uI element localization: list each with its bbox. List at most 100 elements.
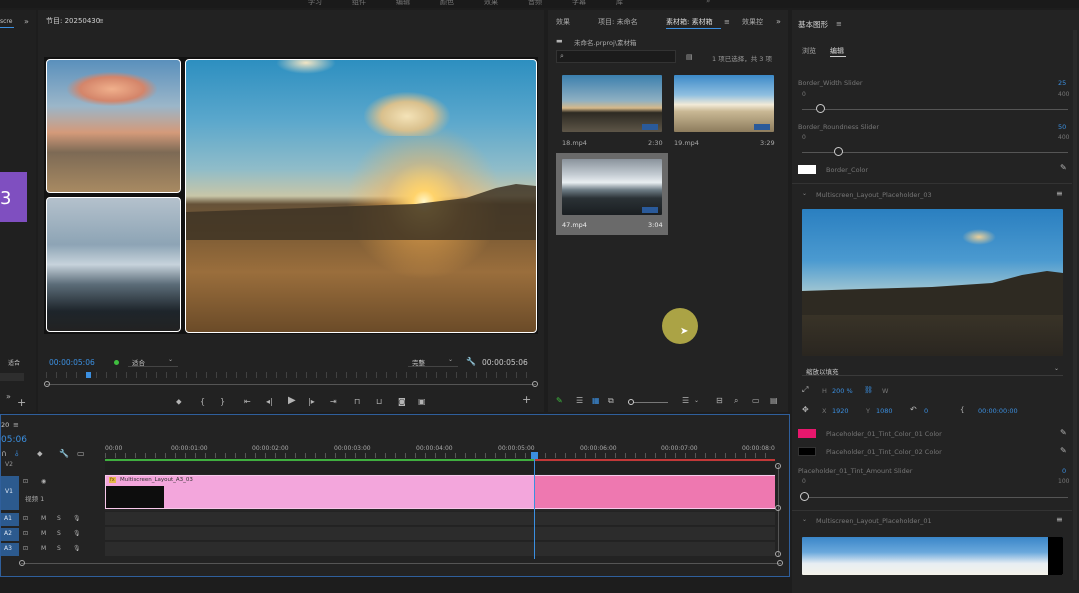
automate-icon[interactable]: ⊟ (716, 396, 723, 406)
solo-button[interactable]: S (57, 530, 61, 537)
timeline-hscroll[interactable] (19, 560, 783, 566)
timeline-clip[interactable]: fx Multiscreen_Layout_A3_03 (105, 475, 775, 509)
add-button-icon[interactable]: + (522, 394, 531, 405)
sync-lock-icon[interactable]: ⊡ (23, 478, 28, 485)
clip-tile[interactable]: 19.mp4 3:29 (668, 70, 778, 152)
fill-mode-select[interactable]: 缩放以填充 ⌄ (802, 364, 1063, 376)
menu-item-edit[interactable]: 编辑 (396, 0, 410, 7)
sequence-tab[interactable]: 20 (1, 421, 9, 429)
thumbnail-size-slider[interactable] (628, 399, 668, 405)
left-overflow-icon[interactable]: » (6, 392, 11, 402)
border-roundness-value[interactable]: 50 (1058, 123, 1066, 131)
step-forward-icon[interactable]: |▸ (308, 397, 315, 407)
border-width-value[interactable]: 25 (1058, 79, 1066, 87)
fit-select[interactable]: 适合 ⌄ (128, 356, 178, 367)
tab-bin[interactable]: 素材箱: 素材箱 (666, 17, 713, 27)
tint-color-01-swatch[interactable] (798, 429, 816, 438)
tint-amount-value[interactable]: 0 (1062, 467, 1066, 475)
x-value[interactable]: 1920 (832, 407, 849, 415)
placeholder-03-preview[interactable] (802, 209, 1063, 356)
track-target-a1[interactable]: A1 (1, 513, 19, 526)
new-search-bin-icon[interactable]: ▤ (686, 52, 693, 62)
menu-item-audio[interactable]: 音频 (528, 0, 542, 7)
chevron-down-icon[interactable]: ⌄ (802, 516, 807, 523)
menu-item-libraries[interactable]: 库 (616, 0, 623, 7)
height-value[interactable]: 200 % (832, 387, 853, 395)
captions-icon[interactable]: ▭ (77, 449, 85, 459)
mute-button[interactable]: M (41, 545, 46, 552)
wrench-icon[interactable]: 🔧 (59, 449, 69, 459)
chevron-down-icon[interactable]: ⌄ (694, 396, 699, 406)
eyedropper-icon[interactable]: ✎ (1060, 428, 1067, 438)
icon-view-icon[interactable]: ▦ (592, 396, 600, 406)
sync-lock-icon[interactable]: ⊡ (23, 530, 28, 537)
microphone-icon[interactable]: 🎙 (73, 515, 81, 522)
panel-menu-icon[interactable]: ≡ (98, 16, 104, 26)
tint-color-02-swatch[interactable] (798, 447, 816, 456)
panel-menu-icon[interactable]: ≡ (13, 420, 19, 430)
playhead-head[interactable] (531, 452, 538, 459)
new-item-icon[interactable]: ▤ (770, 396, 778, 406)
panel-menu-icon[interactable]: ≡ (1056, 189, 1063, 199)
program-monitor-title[interactable]: 节目: 20250430 (46, 16, 100, 26)
eye-icon[interactable]: ◉ (41, 478, 46, 485)
menu-item-assembly[interactable]: 组件 (352, 0, 366, 7)
menu-item-color[interactable]: 颜色 (440, 0, 454, 7)
track-target-a3[interactable]: A3 (1, 543, 19, 556)
panel-menu-icon[interactable]: ≡ (724, 17, 730, 27)
lift-icon[interactable]: ⊓ (354, 397, 360, 407)
hscroll-handle-left[interactable] (19, 560, 25, 566)
placeholder-01-preview[interactable] (802, 537, 1063, 575)
quality-select[interactable]: 完整 ⌄ (408, 356, 458, 367)
menu-item-captions[interactable]: 字幕 (572, 0, 586, 7)
linked-selection-icon[interactable]: ⫰ (15, 449, 18, 459)
timeline-timecode[interactable]: 05:06 (1, 435, 27, 445)
new-bin-icon[interactable]: ▭ (752, 396, 760, 406)
tab-effects[interactable]: 效果 (556, 17, 570, 27)
border-width-knob[interactable] (816, 104, 825, 113)
eyedropper-icon[interactable]: ✎ (1060, 163, 1067, 173)
left-panel-tab[interactable]: scre (0, 18, 12, 25)
go-to-out-icon[interactable]: ⇥ (330, 397, 337, 407)
panel-overflow-icon[interactable]: » (776, 17, 781, 27)
mark-in-icon[interactable]: { (200, 397, 205, 407)
sync-lock-icon[interactable]: ⊡ (23, 515, 28, 522)
mute-button[interactable]: M (41, 530, 46, 537)
step-back-icon[interactable]: ◂| (266, 397, 273, 407)
border-width-slider[interactable] (802, 109, 1068, 110)
mark-out-icon[interactable]: } (220, 397, 225, 407)
panel-menu-icon[interactable]: ≡ (1056, 515, 1063, 525)
panel-overflow-icon[interactable]: » (24, 17, 29, 27)
rotation-value[interactable]: 0 (924, 407, 928, 415)
solo-button[interactable]: S (57, 545, 61, 552)
chevron-right-icon[interactable]: » (706, 0, 710, 5)
find-icon[interactable]: ⌕ (734, 396, 738, 406)
transform-timecode[interactable]: 00:00:00:00 (978, 407, 1018, 415)
clip-tile-selected[interactable]: 47.mp4 3:04 (556, 153, 668, 235)
border-color-swatch[interactable] (798, 165, 816, 174)
mute-button[interactable]: M (41, 515, 46, 522)
tab-effect-controls[interactable]: 效果控 (742, 17, 763, 27)
vscroll-handle-top[interactable] (775, 463, 781, 469)
marker-icon[interactable]: ⬥ (37, 449, 43, 459)
keyframe-icon[interactable]: { (960, 406, 964, 414)
clip-tile[interactable]: 18.mp4 2:30 (556, 70, 666, 152)
play-icon[interactable]: ▶ (288, 396, 296, 406)
hscroll-handle-right[interactable] (777, 560, 783, 566)
thumbnail-size-knob[interactable] (628, 399, 634, 405)
microphone-icon[interactable]: 🎙 (73, 545, 81, 552)
panel-menu-icon[interactable]: ≡ (836, 19, 842, 29)
timeline-vscroll[interactable] (775, 463, 781, 557)
compare-icon[interactable]: ▣ (418, 397, 426, 407)
vscroll-handle-bottom[interactable] (775, 551, 781, 557)
marker-icon[interactable]: ⬥ (176, 397, 182, 407)
scroll-track[interactable] (1073, 30, 1077, 580)
extract-icon[interactable]: ⊔ (376, 397, 382, 407)
go-to-in-icon[interactable]: ⇤ (244, 397, 251, 407)
zoom-scroll-bar[interactable] (44, 381, 538, 387)
snap-icon[interactable]: ∩ (1, 449, 7, 459)
left-add-icon[interactable]: + (17, 397, 26, 408)
border-roundness-knob[interactable] (834, 147, 843, 156)
tab-project[interactable]: 项目: 未命名 (598, 17, 638, 27)
tab-edit[interactable]: 编辑 (830, 46, 844, 56)
